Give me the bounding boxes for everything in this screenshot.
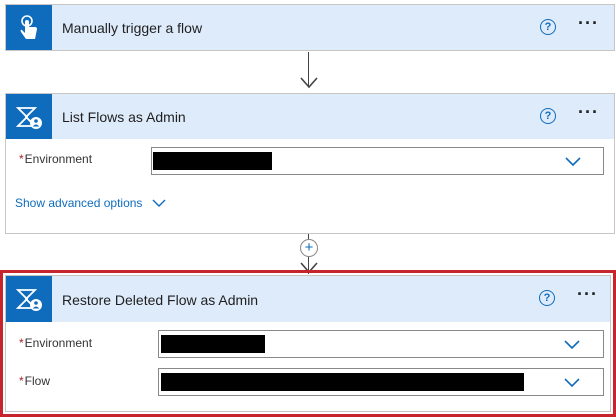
- flow-label: *Flow: [19, 374, 50, 388]
- more-ellipsis-icon[interactable]: ···: [578, 13, 599, 34]
- redacted-value: [161, 373, 524, 391]
- environment-field[interactable]: [158, 330, 604, 358]
- list-flows-card[interactable]: List Flows as Admin ? ··· *Environment S…: [5, 93, 615, 234]
- trigger-card-header[interactable]: Manually trigger a flow ? ···: [6, 5, 614, 50]
- flow-label-text: Flow: [24, 374, 51, 388]
- required-mark: *: [19, 336, 24, 350]
- help-circle-icon[interactable]: ?: [539, 290, 555, 306]
- show-advanced-options-link[interactable]: Show advanced options: [15, 196, 166, 210]
- chevron-down-icon[interactable]: [563, 377, 581, 389]
- restore-flow-card-title: Restore Deleted Flow as Admin: [62, 292, 259, 308]
- trigger-card-title: Manually trigger a flow: [62, 20, 203, 36]
- touch-hand-icon: [6, 5, 52, 50]
- show-advanced-options-text[interactable]: Show advanced options: [15, 196, 142, 210]
- redacted-value: [153, 152, 272, 170]
- more-ellipsis-icon[interactable]: ···: [577, 284, 598, 305]
- required-mark: *: [19, 374, 24, 388]
- more-ellipsis-icon[interactable]: ···: [578, 102, 599, 123]
- power-automate-admin-icon: [6, 276, 52, 322]
- help-circle-icon[interactable]: ?: [540, 108, 556, 124]
- power-automate-admin-icon: [6, 94, 52, 139]
- help-circle-icon[interactable]: ?: [540, 19, 556, 35]
- environment-label: *Environment: [19, 336, 92, 350]
- flow-field[interactable]: [158, 368, 604, 396]
- environment-field[interactable]: [151, 147, 604, 175]
- list-flows-card-header[interactable]: List Flows as Admin ? ···: [6, 94, 614, 139]
- list-flows-card-title: List Flows as Admin: [62, 109, 186, 125]
- plus-icon[interactable]: +: [300, 239, 318, 257]
- restore-flow-card[interactable]: Restore Deleted Flow as Admin ? ··· *Env…: [5, 275, 611, 412]
- trigger-card[interactable]: Manually trigger a flow ? ···: [5, 4, 615, 51]
- environment-label-text: Environment: [24, 152, 93, 166]
- chevron-down-icon[interactable]: [563, 339, 581, 351]
- environment-label-text: Environment: [24, 336, 93, 350]
- environment-label: *Environment: [19, 152, 92, 166]
- chevron-down-icon[interactable]: [152, 199, 166, 208]
- restore-flow-card-header[interactable]: Restore Deleted Flow as Admin ? ···: [6, 276, 610, 322]
- arrow-down-icon: [300, 77, 318, 89]
- chevron-down-icon[interactable]: [564, 156, 582, 168]
- redacted-value: [161, 335, 265, 353]
- required-mark: *: [19, 152, 24, 166]
